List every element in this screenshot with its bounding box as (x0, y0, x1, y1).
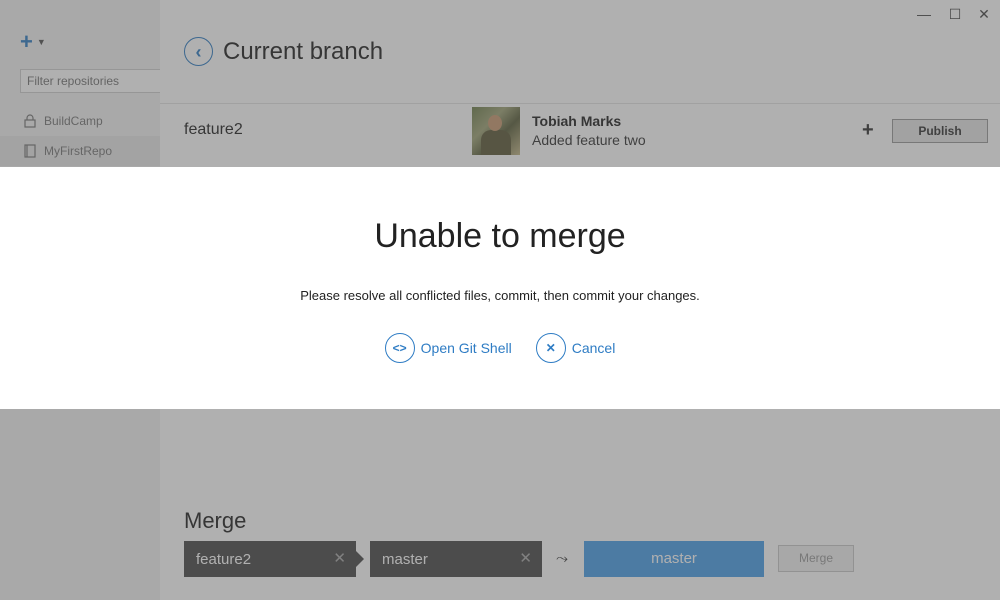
merge-error-dialog: Unable to merge Please resolve all confl… (0, 167, 1000, 409)
code-icon: <> (384, 333, 415, 363)
dialog-message: Please resolve all conflicted files, com… (300, 288, 700, 303)
dialog-title: Unable to merge (374, 217, 626, 255)
cancel-button[interactable]: ✕ Cancel (535, 333, 616, 363)
open-git-shell-label: Open Git Shell (420, 340, 512, 356)
open-git-shell-button[interactable]: <> Open Git Shell (384, 333, 512, 363)
cancel-label: Cancel (571, 340, 616, 356)
dialog-actions: <> Open Git Shell ✕ Cancel (0, 333, 1000, 363)
close-icon: ✕ (535, 333, 566, 363)
